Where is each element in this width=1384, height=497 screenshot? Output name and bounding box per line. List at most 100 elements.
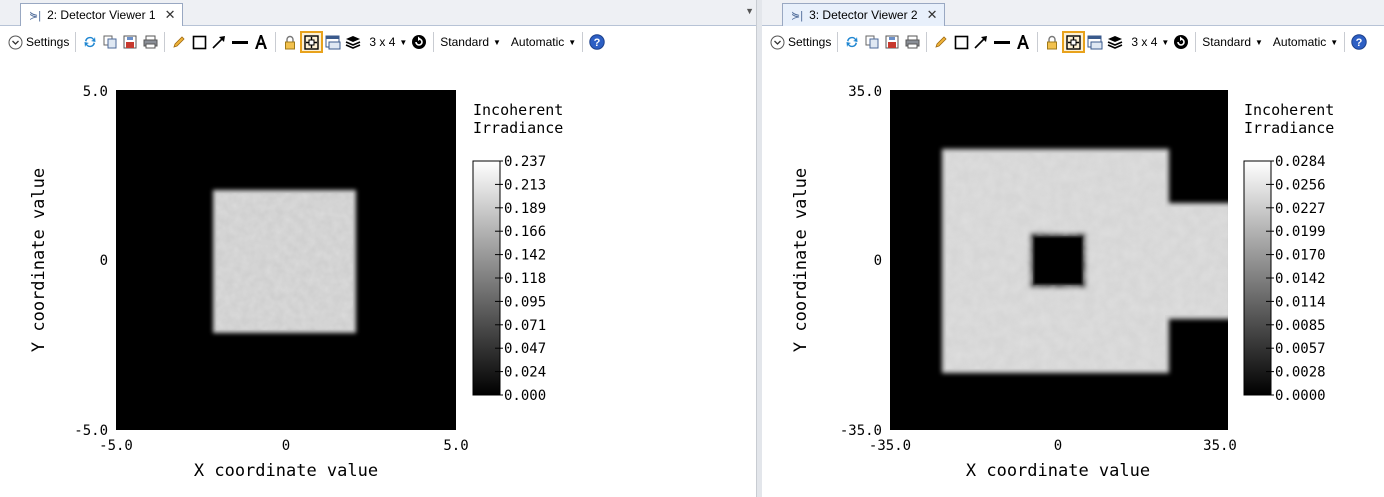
layers-icon [346, 36, 361, 49]
grid-layout-dropdown[interactable]: 3 x 4 ▼ [1129, 31, 1171, 53]
scale-dropdown[interactable]: Automatic ▼ [1271, 31, 1340, 53]
dropdown-caret-icon: ▼ [399, 37, 408, 47]
refresh-button[interactable] [842, 31, 862, 53]
plot-canvas: 5.0 0 -5.0 -5.0 0 5.0 X coordinate value… [29, 84, 563, 481]
lock-button[interactable] [280, 31, 300, 53]
printer-icon [143, 35, 158, 49]
y-tick-label: 5.0 [83, 84, 108, 100]
help-button[interactable]: ? [1349, 31, 1369, 53]
rectangle-icon [954, 35, 969, 49]
settings-label: Settings [26, 35, 70, 49]
pencil-icon [935, 36, 947, 48]
line-icon [232, 41, 249, 44]
close-icon[interactable]: ✕ [165, 7, 176, 23]
text-tool-button[interactable] [251, 31, 271, 53]
x-axis-label: X coordinate value [194, 461, 378, 481]
style-dropdown[interactable]: Standard ▼ [438, 31, 503, 53]
x-tick-label: 5.0 [443, 438, 468, 454]
detector-plot-1: 5.0 0 -5.0 -5.0 0 5.0 X coordinate value… [0, 60, 758, 497]
chevron-circle-icon [8, 35, 23, 49]
detector-viewer-pane-2: ⋟| 3: Detector Viewer 2 ✕ Settings 3 x 4… [762, 0, 1384, 497]
colorbar-tick-label: 0.0256 [1275, 177, 1326, 193]
arrow-tool-button[interactable] [971, 31, 991, 53]
colorbar-tick-label: 0.071 [504, 318, 546, 334]
divider [837, 32, 839, 52]
save-button[interactable] [882, 31, 902, 53]
close-icon[interactable]: ✕ [927, 7, 938, 23]
divider [1344, 32, 1346, 52]
line-tool-button[interactable] [229, 31, 251, 53]
pin-icon[interactable]: ⋟| [29, 9, 41, 22]
pencil-tool-button[interactable] [931, 31, 951, 53]
tab-detector-viewer-1[interactable]: ⋟| 2: Detector Viewer 1 ✕ [20, 3, 183, 26]
layers-button[interactable] [1105, 31, 1125, 53]
x-tick-label: -5.0 [99, 438, 133, 454]
refresh-button[interactable] [80, 31, 100, 53]
lock-icon [1047, 35, 1058, 49]
fit-view-button[interactable] [300, 31, 324, 53]
save-icon [885, 35, 899, 49]
window-button[interactable] [1085, 31, 1105, 53]
dropdown-caret-icon: ▼ [1161, 37, 1170, 47]
fit-view-button[interactable] [1062, 31, 1086, 53]
copy-button[interactable] [862, 31, 882, 53]
line-tool-button[interactable] [991, 31, 1013, 53]
detector-viewer-pane-1: ⋟| 2: Detector Viewer 1 ✕ ▼ Settings 3 x… [0, 0, 758, 497]
lock-button[interactable] [1042, 31, 1062, 53]
fit-view-icon [304, 34, 320, 50]
plot-canvas: 35.0 0 -35.0 -35.0 0 35.0 X coordinate v… [791, 84, 1334, 481]
settings-label: Settings [788, 35, 832, 49]
colorbar-tick-label: 0.237 [504, 154, 546, 170]
settings-button[interactable]: Settings [6, 31, 71, 53]
colorbar-tick-label: 0.0170 [1275, 248, 1326, 264]
style-dropdown[interactable]: Standard ▼ [1200, 31, 1265, 53]
colorbar-tick-label: 0.0085 [1275, 318, 1326, 334]
arrow-tool-button[interactable] [209, 31, 229, 53]
print-button[interactable] [902, 31, 922, 53]
colorbar-tick-label: 0.0000 [1275, 388, 1326, 404]
help-icon: ? [1351, 34, 1367, 50]
save-button[interactable] [120, 31, 140, 53]
svg-text:?: ? [594, 37, 601, 49]
rectangle-tool-button[interactable] [951, 31, 971, 53]
colorbar-tick-label: 0.118 [504, 271, 546, 287]
colorbar-tick-label: 0.024 [504, 365, 546, 381]
detector-plot-2: 35.0 0 -35.0 -35.0 0 35.0 X coordinate v… [762, 60, 1384, 497]
x-tick-label: 35.0 [1203, 438, 1237, 454]
style-label: Standard [440, 35, 489, 49]
grid-layout-label: 3 x 4 [1131, 35, 1158, 49]
print-button[interactable] [140, 31, 160, 53]
text-tool-button[interactable] [1013, 31, 1033, 53]
pencil-tool-button[interactable] [169, 31, 189, 53]
toolbar: Settings 3 x 4 ▼ Standard ▼ Automatic ▼ … [762, 29, 1384, 55]
colorbar-ticks: 0.237 0.213 0.189 0.166 0.142 0.118 0.095 0.071… [495, 154, 546, 404]
window-icon [1087, 35, 1103, 49]
colorbar-tick-label: 0.0142 [1275, 271, 1326, 287]
x-tick-label: 0 [282, 438, 290, 454]
layers-button[interactable] [343, 31, 363, 53]
scale-dropdown[interactable]: Automatic ▼ [509, 31, 578, 53]
settings-button[interactable]: Settings [768, 31, 833, 53]
rotate-button[interactable] [1171, 31, 1191, 53]
window-button[interactable] [323, 31, 343, 53]
rectangle-tool-button[interactable] [189, 31, 209, 53]
lock-icon [285, 35, 296, 49]
colorbar-tick-label: 0.142 [504, 248, 546, 264]
rotate-button[interactable] [409, 31, 429, 53]
copy-button[interactable] [100, 31, 120, 53]
copy-icon [103, 35, 117, 49]
chevron-circle-icon [770, 35, 785, 49]
scale-label: Automatic [1272, 35, 1327, 49]
text-icon [255, 35, 268, 49]
divider [75, 32, 77, 52]
tab-strip: ⋟| 3: Detector Viewer 2 ✕ [762, 0, 1384, 26]
help-button[interactable]: ? [587, 31, 607, 53]
x-tick-label: 0 [1054, 438, 1062, 454]
pin-icon[interactable]: ⋟| [791, 9, 803, 22]
y-axis-label: Y coordinate value [791, 168, 811, 352]
tab-detector-viewer-2[interactable]: ⋟| 3: Detector Viewer 2 ✕ [782, 3, 945, 26]
tab-label: 3: Detector Viewer 2 [809, 8, 918, 22]
divider [582, 32, 584, 52]
tab-menu-icon[interactable]: ▼ [745, 6, 754, 16]
grid-layout-dropdown[interactable]: 3 x 4 ▼ [367, 31, 409, 53]
